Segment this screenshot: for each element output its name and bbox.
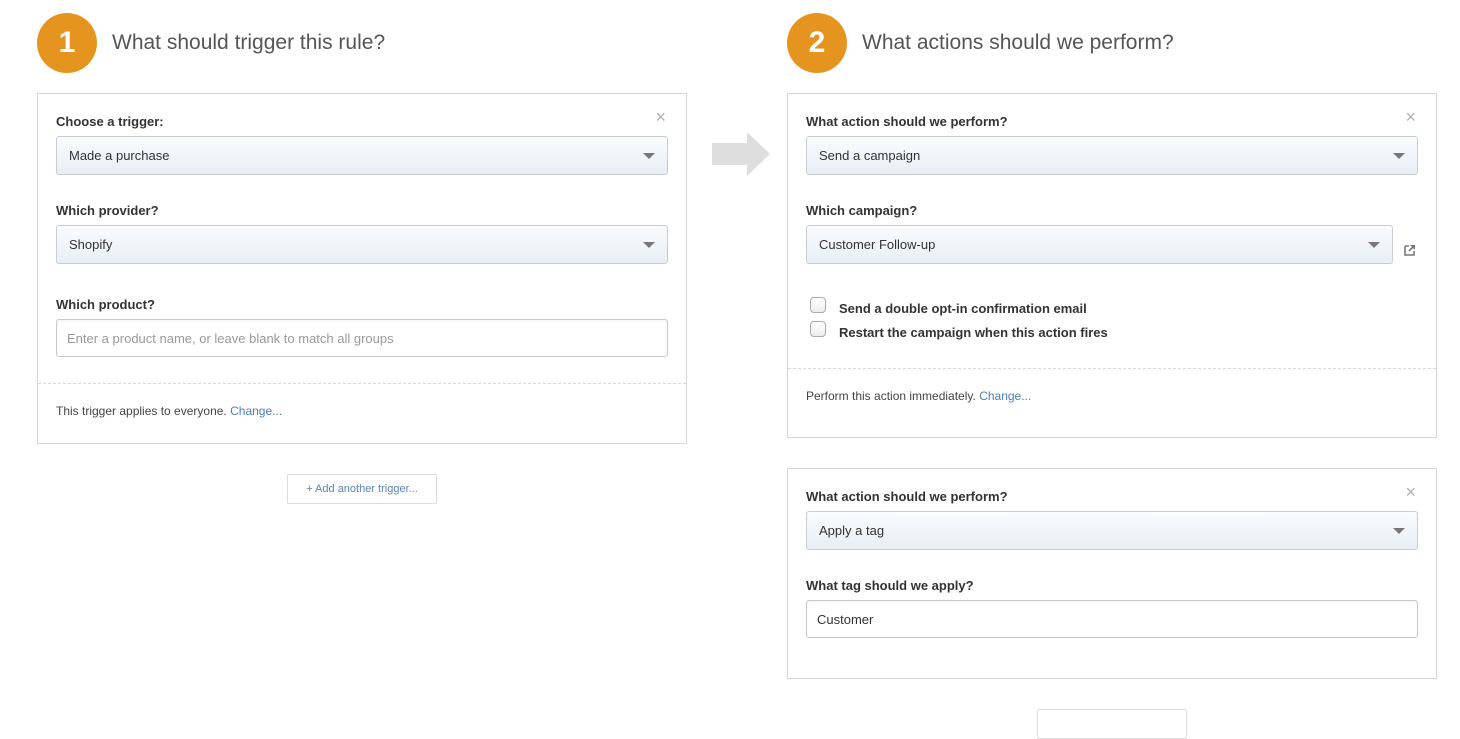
trigger-footer: This trigger applies to everyone. Change…: [38, 384, 686, 418]
step-1-title: What should trigger this rule?: [112, 31, 386, 54]
double-optin-label[interactable]: Send a double opt-in confirmation email: [839, 301, 1087, 316]
add-trigger-button[interactable]: + Add another trigger...: [287, 474, 437, 504]
campaign-select[interactable]: Customer Follow-up: [806, 225, 1393, 264]
change-timing-link[interactable]: Change...: [979, 389, 1031, 403]
action-label: What action should we perform?: [806, 114, 1008, 129]
restart-campaign-row: Restart the campaign when this action fi…: [806, 321, 1418, 340]
chevron-down-icon: [643, 242, 655, 248]
tag-label: What tag should we apply?: [806, 578, 974, 593]
change-audience-link[interactable]: Change...: [230, 404, 282, 418]
campaign-select-value: Customer Follow-up: [819, 237, 936, 252]
action-select-value: Send a campaign: [819, 148, 921, 163]
trigger-audience-text: This trigger applies to everyone.: [56, 404, 227, 418]
action-footer: Perform this action immediately. Change.…: [788, 369, 1436, 403]
trigger-panel: × Choose a trigger: Made a purchase Whic…: [37, 93, 687, 444]
arrow-right-icon: [712, 132, 770, 176]
trigger-select-value: Made a purchase: [69, 148, 170, 163]
action-timing-text: Perform this action immediately.: [806, 389, 976, 403]
step-1-number-badge: 1: [37, 13, 97, 73]
chevron-down-icon: [1393, 153, 1405, 159]
trigger-select[interactable]: Made a purchase: [56, 136, 668, 175]
chevron-down-icon: [1368, 242, 1380, 248]
add-action-button[interactable]: [1037, 709, 1187, 739]
external-link-icon[interactable]: [1404, 244, 1416, 256]
action-panel-2: × What action should we perform? Apply a…: [787, 468, 1437, 679]
step-1-header: 1 What should trigger this rule?: [37, 13, 385, 73]
step-2-header: 2 What actions should we perform?: [787, 13, 1174, 73]
restart-campaign-checkbox[interactable]: [810, 321, 826, 337]
action-select-value: Apply a tag: [819, 523, 885, 538]
campaign-label: Which campaign?: [806, 203, 918, 218]
action-panel-1: × What action should we perform? Send a …: [787, 93, 1437, 438]
provider-select-value: Shopify: [69, 237, 113, 252]
step-2-title: What actions should we perform?: [862, 31, 1174, 54]
provider-label: Which provider?: [56, 203, 159, 218]
chevron-down-icon: [643, 153, 655, 159]
double-optin-row: Send a double opt-in confirmation email: [806, 297, 1418, 316]
chevron-down-icon: [1393, 528, 1405, 534]
product-label: Which product?: [56, 297, 155, 312]
double-optin-checkbox[interactable]: [810, 297, 826, 313]
step-2-number-badge: 2: [787, 13, 847, 73]
trigger-label: Choose a trigger:: [56, 114, 164, 129]
restart-campaign-label[interactable]: Restart the campaign when this action fi…: [839, 325, 1108, 340]
action-select[interactable]: Apply a tag: [806, 511, 1418, 550]
action-select[interactable]: Send a campaign: [806, 136, 1418, 175]
provider-select[interactable]: Shopify: [56, 225, 668, 264]
tag-input[interactable]: [806, 600, 1418, 638]
product-input[interactable]: [56, 319, 668, 357]
action-label: What action should we perform?: [806, 489, 1008, 504]
